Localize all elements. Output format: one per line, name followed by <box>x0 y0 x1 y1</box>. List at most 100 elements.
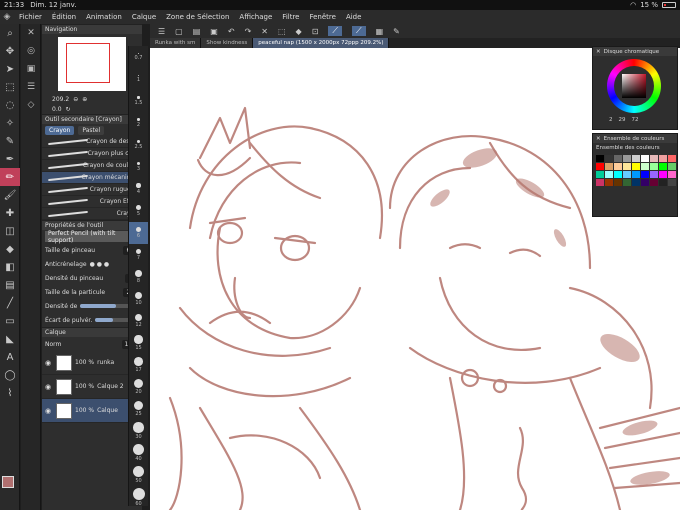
brightness-value[interactable]: 72 <box>632 117 639 123</box>
color-swatch[interactable] <box>641 163 649 170</box>
color-swatch[interactable] <box>650 179 658 186</box>
navigator-dock-icon[interactable]: ◎ <box>21 42 41 60</box>
color-swatch[interactable] <box>659 163 667 170</box>
color-swatch[interactable] <box>659 155 667 162</box>
brush-size-preset[interactable]: 2 <box>129 112 148 134</box>
color-swatch[interactable] <box>614 171 622 178</box>
rotation-value[interactable]: 0.0 <box>52 106 62 113</box>
selection-tool-icon[interactable]: ⬚ <box>0 78 20 96</box>
brush-size-preset[interactable]: 12 <box>129 310 148 332</box>
layer-item-selected[interactable]: ◉ 100 % Calque <box>42 399 142 423</box>
redo-icon[interactable]: ↷ <box>245 27 252 36</box>
transform-icon[interactable]: ⬚ <box>278 27 286 36</box>
brush-item[interactable]: Crayon de couleur <box>42 160 142 172</box>
save-icon[interactable]: ▣ <box>210 27 218 36</box>
menu-animation[interactable]: Animation <box>81 13 127 21</box>
operation-tool-icon[interactable]: ➤ <box>0 60 20 78</box>
brush-item[interactable]: Crayon Effilé <box>42 196 142 208</box>
ruler-snap-icon[interactable]: ⟋ <box>328 26 342 36</box>
special-ruler-snap-icon[interactable]: ⟋ <box>352 26 366 36</box>
dock-close-icon[interactable]: ✕ <box>21 24 41 42</box>
gradient-tool-icon[interactable]: ▤ <box>0 276 20 294</box>
color-swatch[interactable] <box>605 179 613 186</box>
zoom-out-icon[interactable]: ⊖ <box>73 96 78 103</box>
pencil-tool-icon[interactable]: ✏ <box>0 168 20 186</box>
color-swatch[interactable] <box>605 163 613 170</box>
color-swatch[interactable] <box>623 163 631 170</box>
menu-edition[interactable]: Édition <box>47 13 81 21</box>
eraser-tool-icon[interactable]: ◫ <box>0 222 20 240</box>
figure-tool-icon[interactable]: ╱ <box>0 294 20 312</box>
brush-size-preset[interactable]: 40 <box>129 442 148 464</box>
saturation-value-square[interactable] <box>622 74 646 98</box>
antialias-options[interactable]: ● ● ● <box>90 261 110 268</box>
color-swatch[interactable] <box>659 171 667 178</box>
color-swatch[interactable] <box>641 179 649 186</box>
fill-tool-icon[interactable]: ◧ <box>0 258 20 276</box>
menu-aide[interactable]: Aide <box>341 13 366 21</box>
tab-crayon[interactable]: Crayon <box>45 125 75 135</box>
saturation-value[interactable]: 29 <box>619 117 626 123</box>
color-swatch[interactable] <box>614 179 622 186</box>
brush-item[interactable]: Crayon <box>42 208 142 220</box>
brush-item[interactable]: Crayon rugueux <box>42 184 142 196</box>
color-swatch[interactable] <box>632 171 640 178</box>
eyedropper-icon[interactable]: ✎ <box>0 132 20 150</box>
text-tool-icon[interactable]: A <box>0 348 20 366</box>
eye-icon[interactable]: ◉ <box>45 383 53 391</box>
tab-doc-active[interactable]: peaceful nap (1500 x 2000px 72ppp 209.2%… <box>253 38 390 48</box>
color-swatch[interactable] <box>668 171 676 178</box>
menu-affichage[interactable]: Affichage <box>234 13 277 21</box>
brush-size-preset[interactable]: 3 <box>129 156 148 178</box>
zoom-value[interactable]: 209.2 <box>52 96 69 103</box>
menu-fichier[interactable]: Fichier <box>14 13 47 21</box>
brush-size-preset[interactable]: 10 <box>129 288 148 310</box>
color-swatch[interactable] <box>596 155 604 162</box>
brush-size-preset[interactable]: 7 <box>129 244 148 266</box>
brush-size-preset[interactable]: 4 <box>129 178 148 200</box>
color-swatch[interactable] <box>623 179 631 186</box>
color-swatch[interactable] <box>623 171 631 178</box>
frame-tool-icon[interactable]: ▭ <box>0 312 20 330</box>
blend-tool-icon[interactable]: ◆ <box>0 240 20 258</box>
property-dock-icon[interactable]: ☰ <box>21 78 41 96</box>
fill-command-icon[interactable]: ◆ <box>296 27 302 36</box>
main-color-swatch[interactable] <box>2 476 14 488</box>
tab-pastel[interactable]: Pastel <box>78 125 105 135</box>
menu-filtre[interactable]: Filtre <box>277 13 304 21</box>
rotate-icon[interactable]: ↻ <box>66 106 71 113</box>
color-swatch[interactable] <box>605 155 613 162</box>
color-swatch[interactable] <box>632 179 640 186</box>
grid-snap-icon[interactable]: ▦ <box>376 27 384 36</box>
eye-icon[interactable]: ◉ <box>45 407 53 415</box>
color-swatch[interactable] <box>668 155 676 162</box>
layer-item[interactable]: ◉ 100 % runka <box>42 351 142 375</box>
color-swatch[interactable] <box>596 171 604 178</box>
snap-icon[interactable]: ⊡ <box>312 27 319 36</box>
color-swatch[interactable] <box>614 155 622 162</box>
new-file-icon[interactable]: ▢ <box>175 27 183 36</box>
subtool-dock-icon[interactable]: ▣ <box>21 60 41 78</box>
ruler-tool-icon[interactable]: ◣ <box>0 330 20 348</box>
tab-doc[interactable]: Show kindness <box>201 38 254 48</box>
brush-size-preset[interactable]: 1.5 <box>129 90 148 112</box>
brush-size-preset[interactable]: 0.7 <box>129 46 148 68</box>
zoom-tool-icon[interactable]: ⌕ <box>0 24 20 42</box>
navigation-viewport-rect[interactable] <box>66 43 110 83</box>
menu-fenetre[interactable]: Fenêtre <box>304 13 340 21</box>
open-file-icon[interactable]: ▤ <box>193 27 201 36</box>
clear-icon[interactable]: ✕ <box>261 27 268 36</box>
brush-size-preset[interactable]: 5 <box>129 200 148 222</box>
brush-size-preset[interactable]: 25 <box>129 398 148 420</box>
airbrush-tool-icon[interactable]: ✚ <box>0 204 20 222</box>
hue-value[interactable]: 2 <box>609 117 613 123</box>
color-swatch[interactable] <box>641 171 649 178</box>
close-icon[interactable]: ✕ <box>596 49 601 55</box>
correct-line-icon[interactable]: ⌇ <box>0 384 20 402</box>
layer-item[interactable]: ◉ 100 % Calque 2 <box>42 375 142 399</box>
menu-selection[interactable]: Zone de Sélection <box>161 13 234 21</box>
brush-size-preset[interactable]: 2.5 <box>129 134 148 156</box>
undo-icon[interactable]: ↶ <box>228 27 235 36</box>
brush-size-preset[interactable]: 30 <box>129 420 148 442</box>
color-swatch[interactable] <box>659 179 667 186</box>
